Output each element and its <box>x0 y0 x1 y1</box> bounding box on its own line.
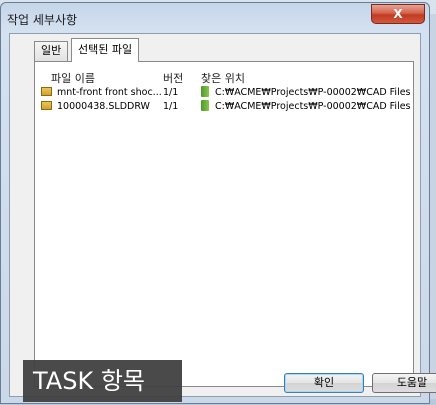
help-button[interactable]: 도움말 <box>372 373 436 393</box>
file-location: C:₩ACME₩Projects₩P-00002₩CAD Files <box>215 101 411 112</box>
close-icon: X <box>393 7 403 21</box>
selected-files-panel: 파일 이름 버전 찾은 위치 mnt-front front shoc... 1… <box>34 61 414 387</box>
dialog-title: 작업 세부사항 <box>7 13 78 27</box>
task-items-caption: TASK 항목 <box>23 360 182 402</box>
task-details-dialog: 작업 세부사항 X 일반 선택된 파일 파일 이름 버전 찾은 위치 mnt-f… <box>0 2 436 404</box>
file-name: mnt-front front shoc... <box>57 87 161 98</box>
tab-selected-files[interactable]: 선택된 파일 <box>71 38 140 62</box>
file-list[interactable]: 파일 이름 버전 찾은 위치 mnt-front front shoc... 1… <box>41 70 411 114</box>
folder-icon <box>201 100 209 111</box>
dialog-titlebar[interactable]: 작업 세부사항 X <box>1 3 429 33</box>
drawing-file-icon <box>41 87 52 96</box>
file-row[interactable]: mnt-front front shoc... 1/1 C:₩ACME₩Proj… <box>41 86 411 100</box>
file-version: 1/1 <box>163 87 179 98</box>
tab-selected-files-label: 선택된 파일 <box>78 43 133 56</box>
tab-general[interactable]: 일반 <box>34 41 69 61</box>
file-version: 1/1 <box>163 101 179 112</box>
background-app-edge <box>430 14 436 405</box>
drawing-file-icon <box>41 101 52 110</box>
close-button[interactable]: X <box>371 4 425 24</box>
column-header-version[interactable]: 버전 <box>163 70 183 86</box>
file-row[interactable]: 10000438.SLDDRW 1/1 C:₩ACME₩Projects₩P-0… <box>41 100 411 114</box>
dialog-client-area: 일반 선택된 파일 파일 이름 버전 찾은 위치 mnt-front front… <box>9 33 436 397</box>
ok-button[interactable]: 확인 <box>284 373 364 393</box>
tab-general-label: 일반 <box>41 44 62 57</box>
file-list-header: 파일 이름 버전 찾은 위치 <box>47 70 403 86</box>
column-header-file-name[interactable]: 파일 이름 <box>51 70 95 86</box>
file-location: C:₩ACME₩Projects₩P-00002₩CAD Files <box>215 87 411 98</box>
file-name: 10000438.SLDDRW <box>57 101 150 112</box>
folder-icon <box>201 86 209 97</box>
column-header-location[interactable]: 찾은 위치 <box>201 70 245 86</box>
